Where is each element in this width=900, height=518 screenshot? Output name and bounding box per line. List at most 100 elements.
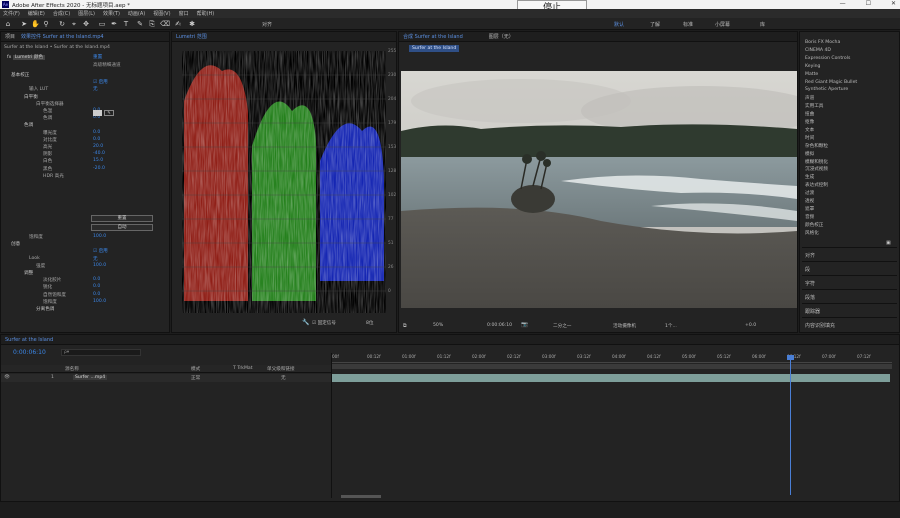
fx-lumetri-header[interactable]: fx Lumetri 颜色 xyxy=(7,54,46,60)
rectangle-tool-icon[interactable]: ▭ xyxy=(98,20,106,28)
type-tool-icon[interactable]: T xyxy=(122,20,130,28)
comp-chip[interactable]: Surfer at the Island xyxy=(409,45,460,52)
effect-category-item[interactable]: Matte xyxy=(805,72,818,79)
effect-param-value[interactable]: 无 xyxy=(93,256,98,263)
effect-category-item[interactable]: 音频 xyxy=(805,214,814,221)
col-trkmat[interactable]: T TrkMat xyxy=(233,366,253,371)
roto-tool-icon[interactable]: ✍ xyxy=(174,20,182,28)
menu-composition[interactable]: 合成(C) xyxy=(53,10,70,17)
tab-lumetri-scope[interactable]: Lumetri 范围 xyxy=(176,33,207,40)
effect-category-item[interactable]: Keying xyxy=(805,64,820,71)
close-button[interactable]: ✕ xyxy=(891,0,896,7)
layer-name[interactable]: Surfer ...mp4 xyxy=(73,375,108,380)
effect-param-value[interactable]: 0.0 xyxy=(93,115,100,122)
effect-category-item[interactable]: 模拟 xyxy=(805,151,814,158)
clamp-signal-checkbox[interactable]: ☑ 固定信号 xyxy=(312,320,336,326)
pen-tool-icon[interactable]: ✒ xyxy=(110,20,118,28)
playhead[interactable] xyxy=(790,355,791,495)
minimize-button[interactable]: — xyxy=(840,0,846,7)
effect-category-item[interactable]: 表达式控制 xyxy=(805,182,828,189)
white-balance-swatch[interactable] xyxy=(93,110,102,116)
effect-param-value[interactable]: 0.0 xyxy=(93,137,100,144)
effect-category-item[interactable]: 抠像 xyxy=(805,119,814,126)
clone-tool-icon[interactable]: ⎘ xyxy=(148,20,156,28)
pan-behind-icon[interactable]: ✥ xyxy=(82,20,90,28)
tab-layer[interactable]: 图层（无） xyxy=(489,33,514,40)
effect-category-item[interactable]: 过渡 xyxy=(805,190,814,197)
timeline-timecode[interactable]: 0:00:06:10 xyxy=(13,349,46,356)
bypass-label[interactable]: 高级精细通道 xyxy=(93,62,121,68)
effect-category-item[interactable]: 声道 xyxy=(805,95,814,102)
rotate-tool-icon[interactable]: ↻ xyxy=(58,20,66,28)
menu-view[interactable]: 视图(V) xyxy=(153,10,170,17)
effect-param-value[interactable]: 0.0 xyxy=(93,130,100,137)
playhead-handle[interactable] xyxy=(787,355,794,360)
effect-category-item[interactable]: Synthetic Aperture xyxy=(805,87,848,94)
hand-tool-icon[interactable]: ✋ xyxy=(31,20,40,28)
effect-param-value[interactable]: ☑ 启用 xyxy=(93,79,108,86)
col-mode[interactable]: 模式 xyxy=(191,366,200,372)
menu-animation[interactable]: 动画(A) xyxy=(128,10,145,17)
effect-param-value[interactable]: 0.0 xyxy=(93,284,100,291)
brush-tool-icon[interactable]: ✎ xyxy=(136,20,144,28)
camera-dropdown[interactable]: 活动摄像机 xyxy=(613,323,636,329)
workspace-learn[interactable]: 了解 xyxy=(650,21,660,28)
layer-parent[interactable]: 无 xyxy=(281,375,286,381)
col-parent[interactable]: 单父级和链接 xyxy=(267,366,295,372)
right-panel-section[interactable]: 对齐 xyxy=(802,247,897,261)
effect-category-item[interactable]: 风格化 xyxy=(805,230,819,237)
menu-file[interactable]: 文件(F) xyxy=(3,10,20,17)
eraser-tool-icon[interactable]: ⌫ xyxy=(160,20,170,28)
effect-param-value[interactable]: 无 xyxy=(93,86,98,93)
home-icon[interactable]: ⌂ xyxy=(4,20,12,28)
workspace-small-screen[interactable]: 小屏幕 xyxy=(715,21,730,28)
zoom-slider[interactable] xyxy=(341,495,381,498)
effect-category-item[interactable]: Expression Controls xyxy=(805,56,850,63)
work-area-bar[interactable] xyxy=(332,364,892,369)
zoom-tool-icon[interactable]: ⚲ xyxy=(42,20,50,28)
menu-help[interactable]: 帮助(H) xyxy=(197,10,215,17)
right-panel-section[interactable]: 段落 xyxy=(802,289,897,303)
col-source-name[interactable]: 源名称 xyxy=(65,366,79,372)
current-time[interactable]: 0:00:06:10 xyxy=(487,323,512,328)
zoom-dropdown[interactable]: 50% xyxy=(433,323,443,328)
effect-category-item[interactable]: 文本 xyxy=(805,127,814,134)
tab-timeline[interactable]: Surfer at the Island xyxy=(5,337,53,343)
wrench-icon[interactable]: 🔧 xyxy=(302,319,309,326)
selection-tool-icon[interactable]: ➤ xyxy=(20,20,28,28)
snap-toggle[interactable]: 对齐 xyxy=(262,21,272,28)
always-preview-icon[interactable]: ⧉ xyxy=(403,323,407,329)
layer-search-input[interactable]: ρ▾ xyxy=(61,349,141,356)
tab-project[interactable]: 项目 xyxy=(5,33,15,40)
menu-effect[interactable]: 效果(T) xyxy=(103,10,120,17)
visibility-icon[interactable]: 👁 xyxy=(4,375,10,380)
effect-category-item[interactable]: 遮罩 xyxy=(805,206,814,213)
right-panel-section[interactable]: 字符 xyxy=(802,275,897,289)
tab-effect-controls[interactable]: 效果控件 Surfer at the Island.mp4 xyxy=(21,33,104,40)
effect-category-item[interactable]: 杂色和颗粒 xyxy=(805,143,828,150)
views-dropdown[interactable]: 1个... xyxy=(665,323,677,329)
effect-category-item[interactable]: 沉浸式视频 xyxy=(805,166,828,173)
layer-duration-bar[interactable] xyxy=(332,374,890,382)
effect-category-item[interactable]: Boris FX Mocha xyxy=(805,40,840,47)
effect-category-item[interactable]: 扭曲 xyxy=(805,111,814,118)
layer-row[interactable]: 👁 1 Surfer ...mp4 正常 无 xyxy=(1,374,331,382)
resolution-dropdown[interactable]: 二分之一 xyxy=(553,323,571,329)
effect-param-value[interactable]: 100.0 xyxy=(93,234,106,241)
exposure-value[interactable]: +0.0 xyxy=(745,323,756,328)
workspace-standard[interactable]: 标准 xyxy=(683,21,693,28)
tab-composition[interactable]: 合成 Surfer at the Island xyxy=(403,33,463,40)
auto-button[interactable]: 自动 xyxy=(91,224,153,231)
effect-param-value[interactable]: 0.0 xyxy=(93,292,100,299)
effect-param-value[interactable]: ☑ 启用 xyxy=(93,248,108,255)
effect-param-value[interactable]: 20.0 xyxy=(93,144,103,151)
snapshot-icon[interactable]: 📷 xyxy=(521,322,528,328)
menu-edit[interactable]: 编辑(E) xyxy=(28,10,45,17)
workspace-default[interactable]: 默认 xyxy=(614,21,624,28)
layer-mode[interactable]: 正常 xyxy=(191,375,200,381)
time-ruler[interactable]: 00f 00:12f 01:00f 01:12f 02:00f 02:12f 03:00f 0… xyxy=(332,353,892,363)
workspace-library[interactable]: 库 xyxy=(760,21,765,28)
effect-category-item[interactable]: 时间 xyxy=(805,135,814,142)
effect-param-value[interactable]: 15.0 xyxy=(93,158,103,165)
effect-reset-link[interactable]: 重置 xyxy=(93,54,102,60)
